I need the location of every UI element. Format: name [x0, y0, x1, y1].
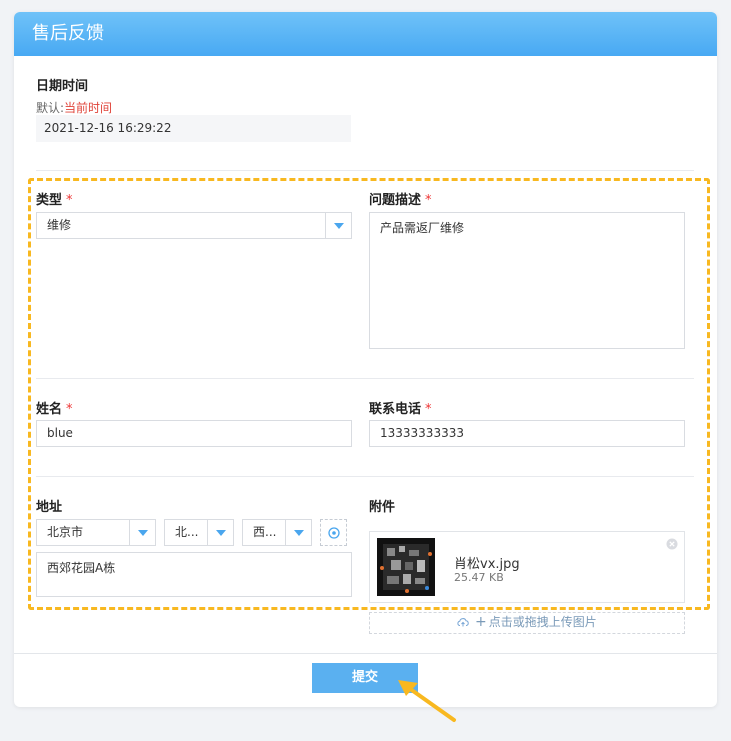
name-label: 姓名 * [36, 398, 73, 417]
divider [36, 170, 694, 171]
file-name: 肖松vx.jpg [454, 557, 520, 572]
plus-icon: + [475, 614, 487, 630]
chevron-down-icon[interactable] [325, 213, 351, 238]
upload-label: 点击或拖拽上传图片 [488, 615, 597, 629]
feedback-card: 售后反馈 日期时间 默认:当前时间 2021-12-16 16:29:22 类型… [14, 12, 717, 707]
upload-button[interactable]: + 点击或拖拽上传图片 [369, 612, 685, 634]
type-select[interactable]: 维修 [36, 212, 352, 239]
page-title: 售后反馈 [14, 12, 717, 56]
district-select[interactable]: 西... [242, 519, 312, 546]
attachment-label: 附件 [369, 500, 396, 515]
phone-label: 联系电话 * [369, 398, 432, 417]
datetime-hint: 默认:当前时间 [36, 99, 112, 116]
province-select[interactable]: 北京市 [36, 519, 156, 546]
description-label: 问题描述 * [369, 189, 432, 208]
chevron-down-icon[interactable] [129, 520, 155, 545]
name-label-text: 姓名 [36, 402, 63, 417]
phone-input[interactable]: 13333333333 [369, 420, 685, 447]
file-size: 25.47 KB [454, 571, 504, 584]
required-mark: * [425, 193, 432, 208]
locate-icon [327, 526, 340, 539]
type-label-text: 类型 [36, 193, 63, 208]
footer-divider [14, 653, 717, 654]
datetime-field: 2021-12-16 16:29:22 [36, 115, 351, 142]
arrow-icon [398, 680, 456, 722]
datetime-hint-value: 当前时间 [64, 101, 113, 115]
address-label: 地址 [36, 500, 63, 515]
type-select-value: 维修 [47, 218, 72, 232]
image-thumbnail [377, 538, 435, 596]
description-textarea[interactable]: 产品需返厂维修 [369, 212, 685, 349]
datetime-label: 日期时间 [36, 79, 89, 94]
divider [36, 378, 694, 379]
required-mark: * [66, 193, 73, 208]
close-icon[interactable] [666, 538, 678, 550]
city-select[interactable]: 北... [164, 519, 234, 546]
datetime-hint-prefix: 默认: [36, 101, 65, 115]
province-value: 北京市 [47, 525, 84, 539]
required-mark: * [66, 402, 73, 417]
divider [36, 476, 694, 477]
city-value: 北... [175, 525, 199, 539]
address-detail-textarea[interactable]: 西郊花园A栋 [36, 552, 352, 597]
chevron-down-icon[interactable] [207, 520, 233, 545]
cloud-upload-icon [457, 618, 469, 627]
description-label-text: 问题描述 [369, 193, 422, 208]
phone-label-text: 联系电话 [369, 402, 422, 417]
district-value: 西... [253, 525, 277, 539]
chevron-down-icon[interactable] [285, 520, 311, 545]
attachment-item: 肖松vx.jpg 25.47 KB [369, 531, 685, 603]
required-mark: * [425, 402, 432, 417]
name-input[interactable]: blue [36, 420, 352, 447]
type-label: 类型 * [36, 189, 73, 208]
locate-button[interactable] [320, 519, 347, 546]
